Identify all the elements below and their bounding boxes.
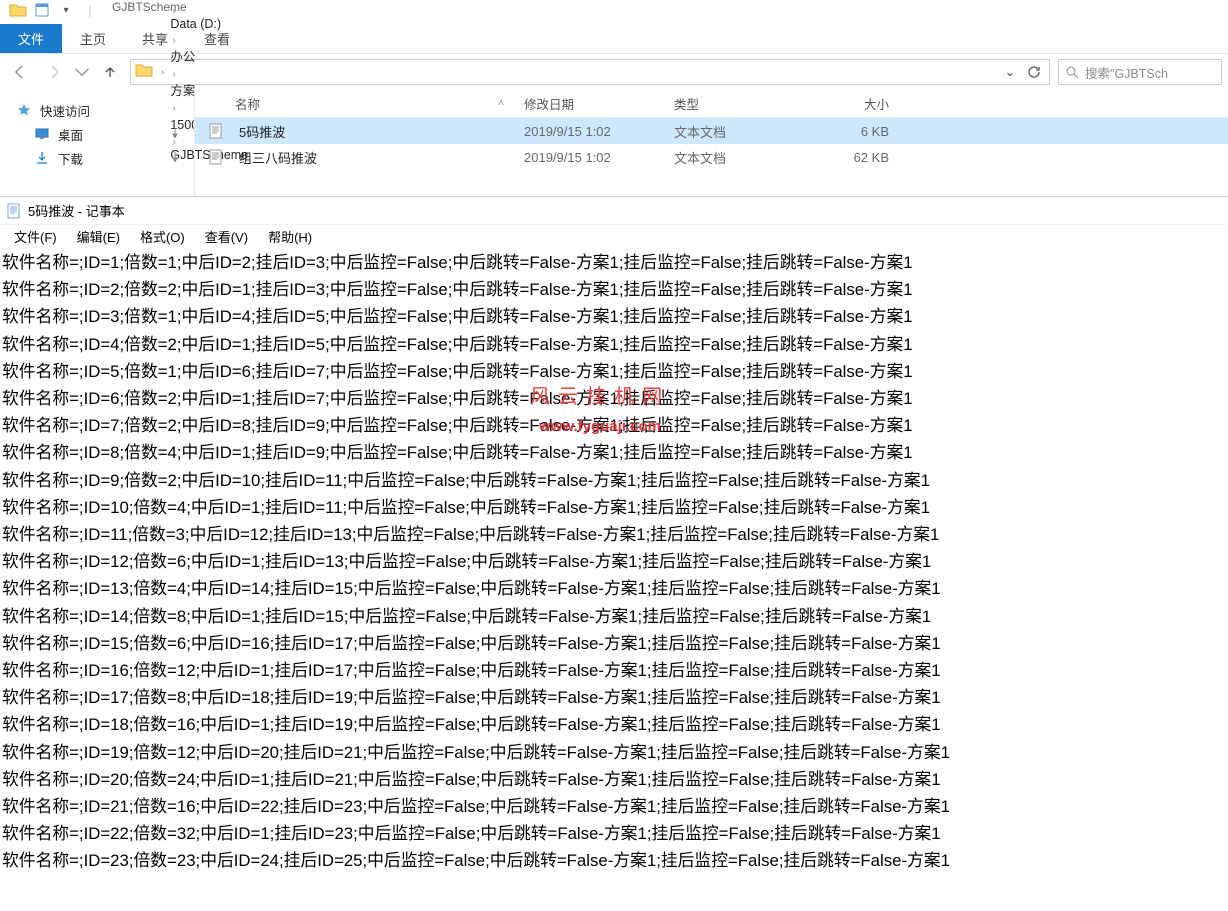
column-type[interactable]: 类型: [674, 94, 819, 113]
text-line: 软件名称=;ID=5;倍数=1;中后ID=6;挂后ID=7;中后监控=False…: [2, 358, 1226, 385]
menu-file[interactable]: 文件(F): [6, 227, 65, 246]
notepad-window: 5码推波 - 记事本 文件(F) 编辑(E) 格式(O) 查看(V) 帮助(H)…: [0, 197, 1228, 877]
file-size: 62 KB: [819, 150, 899, 165]
address-bar-row: › 此电脑›Data (D:)›办公›方案›1500本金稳定方案未加密›GJBT…: [0, 54, 1228, 90]
column-name[interactable]: 名称 ˄: [209, 94, 524, 113]
tab-file[interactable]: 文件: [0, 24, 62, 53]
file-row[interactable]: 5码推波 2019/9/15 1:02文本文档6 KB: [195, 118, 1228, 144]
star-icon: [16, 102, 32, 118]
file-type: 文本文档: [674, 122, 819, 141]
chevron-down-icon[interactable]: ▾: [56, 0, 76, 20]
text-line: 软件名称=;ID=12;倍数=6;中后ID=1;挂后ID=13;中后监控=Fal…: [2, 548, 1226, 575]
file-row[interactable]: 组三八码推波 2019/9/15 1:02文本文档62 KB: [195, 144, 1228, 170]
breadcrumb-segment[interactable]: 办公: [168, 46, 312, 65]
desktop-icon: [34, 126, 50, 142]
menu-help[interactable]: 帮助(H): [260, 227, 320, 246]
text-line: 软件名称=;ID=18;倍数=16;中后ID=1;挂后ID=19;中后监控=Fa…: [2, 711, 1226, 738]
text-line: 软件名称=;ID=23;倍数=23;中后ID=24;挂后ID=25;中后监控=F…: [2, 847, 1226, 874]
file-date: 2019/9/15 1:02: [524, 150, 674, 165]
text-file-icon: [209, 149, 225, 165]
text-line: 软件名称=;ID=7;倍数=2;中后ID=8;挂后ID=9;中后监控=False…: [2, 412, 1226, 439]
breadcrumb-segment[interactable]: Data (D:): [168, 17, 312, 31]
text-line: 软件名称=;ID=13;倍数=4;中后ID=14;挂后ID=15;中后监控=Fa…: [2, 575, 1226, 602]
breadcrumb-segment[interactable]: 此电脑: [168, 0, 312, 2]
divider: |: [80, 0, 100, 20]
menu-format[interactable]: 格式(O): [132, 227, 193, 246]
file-name: 组三八码推波: [239, 148, 317, 167]
nav-forward-button[interactable]: [40, 58, 68, 86]
file-explorer-window: ▾ | GJBTScheme 文件 主页 共享 查看 › 此电脑›Data (D…: [0, 0, 1228, 197]
text-line: 软件名称=;ID=21;倍数=16;中后ID=22;挂后ID=23;中后监控=F…: [2, 793, 1226, 820]
notepad-content[interactable]: 软件名称=;ID=1;倍数=1;中后ID=2;挂后ID=3;中后监控=False…: [0, 247, 1228, 877]
pin-icon: [170, 151, 180, 165]
column-size[interactable]: 大小: [819, 94, 899, 113]
menu-edit[interactable]: 编辑(E): [69, 227, 128, 246]
address-dropdown-icon[interactable]: ⌄: [999, 61, 1021, 83]
address-bar[interactable]: › 此电脑›Data (D:)›办公›方案›1500本金稳定方案未加密›GJBT…: [130, 59, 1050, 85]
menu-view[interactable]: 查看(V): [197, 227, 256, 246]
text-line: 软件名称=;ID=1;倍数=1;中后ID=2;挂后ID=3;中后监控=False…: [2, 249, 1226, 276]
refresh-icon[interactable]: [1023, 61, 1045, 83]
text-line: 软件名称=;ID=22;倍数=32;中后ID=1;挂后ID=23;中后监控=Fa…: [2, 820, 1226, 847]
nav-history-chevron-icon[interactable]: [74, 58, 90, 86]
text-line: 软件名称=;ID=14;倍数=8;中后ID=1;挂后ID=15;中后监控=Fal…: [2, 603, 1226, 630]
text-line: 软件名称=;ID=17;倍数=8;中后ID=18;挂后ID=19;中后监控=Fa…: [2, 684, 1226, 711]
sidebar-label: 下载: [58, 149, 83, 168]
text-line: 软件名称=;ID=9;倍数=2;中后ID=10;挂后ID=11;中后监控=Fal…: [2, 467, 1226, 494]
search-icon: [1065, 65, 1079, 79]
explorer-body: 快速访问 桌面 下载: [0, 90, 1228, 196]
text-line: 软件名称=;ID=15;倍数=6;中后ID=16;挂后ID=17;中后监控=Fa…: [2, 630, 1226, 657]
file-type: 文本文档: [674, 148, 819, 167]
notepad-icon: [6, 203, 22, 219]
sidebar-item-quick-access[interactable]: 快速访问: [0, 98, 194, 122]
text-line: 软件名称=;ID=6;倍数=2;中后ID=1;挂后ID=7;中后监控=False…: [2, 385, 1226, 412]
text-line: 软件名称=;ID=3;倍数=1;中后ID=4;挂后ID=5;中后监控=False…: [2, 303, 1226, 330]
notepad-titlebar: 5码推波 - 记事本: [0, 197, 1228, 225]
tab-home[interactable]: 主页: [62, 24, 124, 53]
text-line: 软件名称=;ID=16;倍数=12;中后ID=1;挂后ID=17;中后监控=Fa…: [2, 657, 1226, 684]
file-name: 5码推波: [239, 122, 285, 141]
properties-icon[interactable]: [32, 0, 52, 20]
file-list: 名称 ˄ 修改日期 类型 大小 5码推波 2019/9/15 1:02文本文档6 …: [195, 90, 1228, 196]
sidebar: 快速访问 桌面 下载: [0, 90, 195, 196]
chevron-right-icon[interactable]: ›: [172, 69, 175, 80]
text-line: 软件名称=;ID=11;倍数=3;中后ID=12;挂后ID=13;中后监控=Fa…: [2, 521, 1226, 548]
search-placeholder: 搜索"GJBTSch: [1085, 63, 1168, 82]
nav-up-button[interactable]: [96, 58, 124, 86]
text-line: 软件名称=;ID=20;倍数=24;中后ID=1;挂后ID=21;中后监控=Fa…: [2, 766, 1226, 793]
folder-icon: [135, 63, 153, 81]
text-line: 软件名称=;ID=19;倍数=12;中后ID=20;挂后ID=21;中后监控=F…: [2, 739, 1226, 766]
text-line: 软件名称=;ID=8;倍数=4;中后ID=1;挂后ID=9;中后监控=False…: [2, 439, 1226, 466]
text-line: 软件名称=;ID=4;倍数=2;中后ID=1;挂后ID=5;中后监控=False…: [2, 331, 1226, 358]
text-line: 软件名称=;ID=2;倍数=2;中后ID=1;挂后ID=3;中后监控=False…: [2, 276, 1226, 303]
folder-icon: [8, 0, 28, 20]
file-list-header: 名称 ˄ 修改日期 类型 大小: [195, 90, 1228, 118]
chevron-right-icon[interactable]: ›: [161, 67, 164, 78]
text-file-icon: [209, 123, 225, 139]
sidebar-label: 快速访问: [40, 101, 90, 120]
notepad-menu: 文件(F) 编辑(E) 格式(O) 查看(V) 帮助(H): [0, 225, 1228, 247]
notepad-title: 5码推波 - 记事本: [28, 201, 125, 220]
nav-back-button[interactable]: [6, 58, 34, 86]
chevron-right-icon[interactable]: ›: [172, 6, 175, 17]
sidebar-item-desktop[interactable]: 桌面: [0, 122, 194, 146]
sidebar-item-downloads[interactable]: 下载: [0, 146, 194, 170]
chevron-right-icon[interactable]: ›: [172, 35, 175, 46]
sidebar-label: 桌面: [58, 125, 83, 144]
pin-icon: [170, 127, 180, 141]
column-date[interactable]: 修改日期: [524, 94, 674, 113]
file-size: 6 KB: [819, 124, 899, 139]
download-icon: [34, 150, 50, 166]
sort-indicator-icon: ˄: [498, 98, 504, 109]
search-input[interactable]: 搜索"GJBTSch: [1058, 59, 1222, 85]
file-date: 2019/9/15 1:02: [524, 124, 674, 139]
text-line: 软件名称=;ID=10;倍数=4;中后ID=1;挂后ID=11;中后监控=Fal…: [2, 494, 1226, 521]
